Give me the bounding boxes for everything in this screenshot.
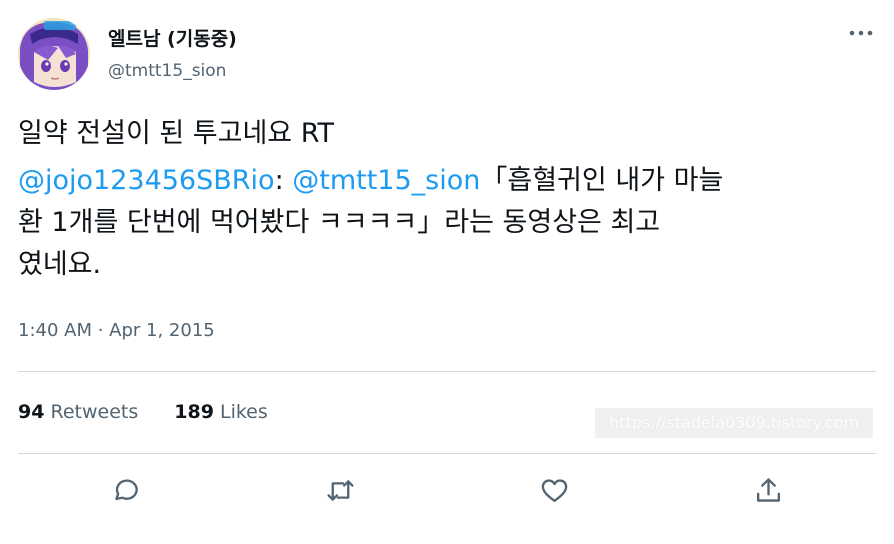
retweets-label: Retweets	[50, 401, 139, 423]
anime-avatar-icon	[18, 18, 90, 90]
likes-label: Likes	[219, 401, 268, 423]
more-dots-icon	[849, 30, 873, 36]
quote-line: @jojo123456SBRio: @tmtt15_sion「흡혈귀인 내가 마…	[18, 160, 876, 202]
reply-button[interactable]	[107, 472, 143, 508]
tweet-line: 일약 전설이 된 투고네요 RT	[18, 118, 335, 149]
likes-stat[interactable]: 189 Likes	[174, 401, 268, 423]
avatar[interactable]	[18, 18, 90, 90]
mention-link[interactable]: @jojo123456SBRio	[18, 165, 275, 196]
likes-count: 189	[174, 401, 214, 423]
like-button[interactable]	[536, 472, 572, 508]
user-handle[interactable]: @tmtt15_sion	[108, 61, 226, 81]
retweet-button[interactable]	[322, 472, 358, 508]
retweet-icon	[326, 479, 354, 501]
quote-separator: :	[274, 165, 293, 196]
watermark: https://stadela0309.tistory.com	[595, 408, 873, 438]
reply-icon	[114, 478, 138, 500]
divider	[18, 371, 876, 372]
engagement-stats: 94 Retweets 189 Likes	[18, 401, 304, 423]
retweets-count: 94	[18, 401, 45, 423]
share-icon	[756, 477, 780, 502]
display-name[interactable]: 엘트남 (기동중)	[108, 24, 237, 51]
tweet-text: 일약 전설이 된 투고네요 RT @jojo123456SBRio: @tmtt…	[18, 113, 876, 286]
retweets-stat[interactable]: 94 Retweets	[18, 401, 138, 423]
quote-text: 「흡혈귀인 내가 마늘	[480, 165, 724, 196]
quote-line: 였네요.	[18, 249, 102, 280]
tweet-timestamp[interactable]: 1:40 AM · Apr 1, 2015	[18, 320, 215, 341]
share-button[interactable]	[750, 472, 786, 508]
mention-link[interactable]: @tmtt15_sion	[292, 165, 480, 196]
divider	[18, 453, 876, 454]
quote-line: 환 1개를 단번에 먹어봤다 ㅋㅋㅋㅋ」라는 동영상은 최고	[18, 207, 661, 238]
heart-icon	[541, 478, 567, 502]
more-options-button[interactable]	[846, 22, 876, 44]
